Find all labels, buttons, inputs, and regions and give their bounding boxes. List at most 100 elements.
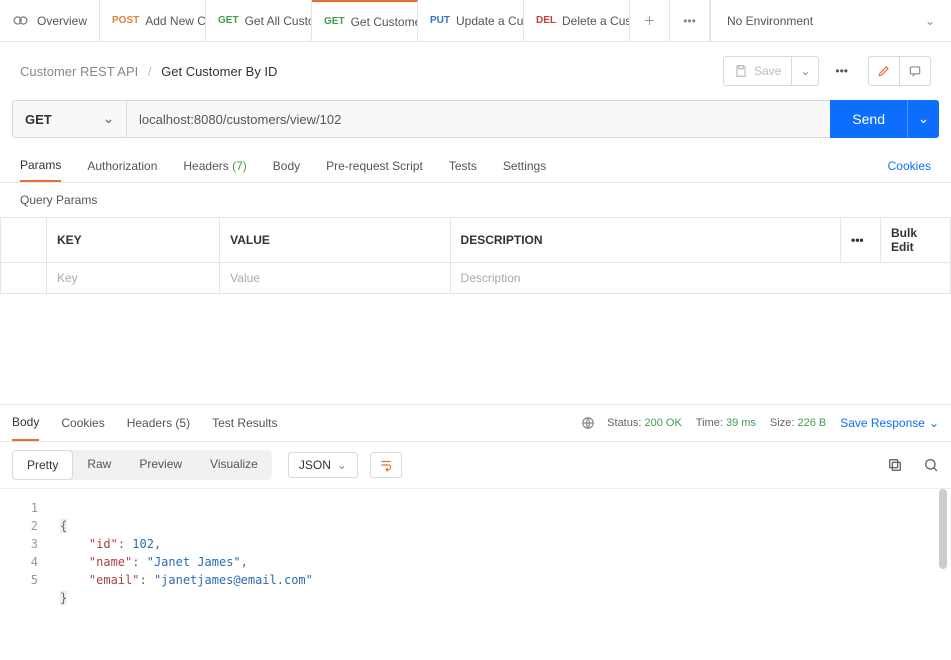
size-meta: Size: 226 B bbox=[770, 417, 826, 429]
desc-input[interactable]: Description bbox=[450, 263, 950, 294]
url-input[interactable]: localhost:8080/customers/view/102 bbox=[126, 100, 830, 138]
resp-tab-body[interactable]: Body bbox=[12, 405, 39, 441]
cookies-label: Cookies bbox=[888, 159, 931, 173]
breadcrumb-request: Get Customer By ID bbox=[161, 64, 277, 79]
cookies-link[interactable]: Cookies bbox=[888, 159, 931, 173]
resp-tab-headers-label: Headers bbox=[127, 416, 172, 430]
tab-params[interactable]: Params bbox=[20, 150, 61, 182]
globe-icon[interactable] bbox=[581, 416, 595, 430]
new-tab-button[interactable]: ＋ bbox=[630, 0, 670, 41]
size-label: Size: bbox=[770, 417, 794, 429]
tab-request-3[interactable]: PUT Update a Cu bbox=[418, 0, 524, 41]
resp-tab-headers[interactable]: Headers (5) bbox=[127, 406, 190, 440]
tab-request-0[interactable]: POST Add New C bbox=[100, 0, 206, 41]
tab-overview[interactable]: Overview bbox=[0, 0, 100, 41]
chevron-down-icon: ⌄ bbox=[929, 416, 939, 430]
wrap-icon bbox=[379, 458, 393, 472]
resp-tab-cookies[interactable]: Cookies bbox=[61, 406, 104, 440]
view-visualize[interactable]: Visualize bbox=[196, 450, 272, 480]
key-input[interactable]: Key bbox=[47, 263, 220, 294]
request-options-button[interactable]: ••• bbox=[827, 56, 856, 86]
row-options-header[interactable]: ••• bbox=[841, 218, 881, 263]
tab-label: Add New C bbox=[145, 14, 206, 28]
tab-settings[interactable]: Settings bbox=[503, 151, 546, 181]
code-token: } bbox=[60, 591, 67, 605]
view-raw[interactable]: Raw bbox=[73, 450, 125, 480]
edit-button[interactable] bbox=[868, 56, 900, 86]
tab-auth-label: Authorization bbox=[87, 159, 157, 173]
code-token: "id" bbox=[89, 537, 118, 551]
code-token: "janetjames@email.com" bbox=[154, 573, 313, 587]
send-button[interactable]: Send bbox=[830, 100, 907, 138]
scrollbar[interactable] bbox=[939, 489, 947, 569]
breadcrumb-collection[interactable]: Customer REST API bbox=[20, 64, 138, 79]
line-num: 4 bbox=[0, 553, 50, 571]
view-pretty[interactable]: Pretty bbox=[12, 450, 73, 480]
tab-body-label: Body bbox=[273, 159, 300, 173]
chevron-down-icon: ⌄ bbox=[800, 64, 810, 78]
save-response-button[interactable]: Save Response ⌄ bbox=[840, 416, 939, 430]
resp-tab-tests[interactable]: Test Results bbox=[212, 406, 277, 440]
format-select[interactable]: JSON ⌄ bbox=[288, 452, 358, 478]
save-icon bbox=[734, 64, 748, 78]
tab-body[interactable]: Body bbox=[273, 151, 300, 181]
tab-params-label: Params bbox=[20, 158, 61, 172]
tab-headers-label: Headers bbox=[183, 159, 228, 173]
key-header: KEY bbox=[47, 218, 220, 263]
resp-headers-count: (5) bbox=[175, 416, 190, 430]
tab-tests[interactable]: Tests bbox=[449, 151, 477, 181]
table-row[interactable]: Key Value Description bbox=[1, 263, 951, 294]
method-badge: GET bbox=[324, 16, 345, 27]
headers-count: (7) bbox=[232, 159, 247, 173]
tab-request-4[interactable]: DEL Delete a Cus bbox=[524, 0, 630, 41]
query-params-table: KEY VALUE DESCRIPTION ••• Bulk Edit Key … bbox=[0, 217, 951, 294]
tab-headers[interactable]: Headers (7) bbox=[183, 151, 246, 181]
tab-authorization[interactable]: Authorization bbox=[87, 151, 157, 181]
breadcrumb-sep: / bbox=[148, 64, 152, 79]
status-label: Status: bbox=[607, 417, 641, 429]
tab-overflow-button[interactable]: ••• bbox=[670, 0, 710, 41]
line-num: 2 bbox=[0, 517, 50, 535]
code-token: 102 bbox=[132, 537, 154, 551]
method-badge: PUT bbox=[430, 15, 450, 26]
line-num: 1 bbox=[0, 499, 50, 517]
method-badge: DEL bbox=[536, 15, 556, 26]
view-mode-segment: Pretty Raw Preview Visualize bbox=[12, 450, 272, 480]
tab-overview-label: Overview bbox=[37, 14, 87, 28]
copy-icon[interactable] bbox=[887, 457, 903, 473]
save-button[interactable]: Save bbox=[723, 56, 792, 86]
desc-header: DESCRIPTION bbox=[450, 218, 840, 263]
tab-request-2[interactable]: GET Get Custome bbox=[312, 0, 418, 41]
line-gutter: 1 2 3 4 5 bbox=[0, 499, 50, 589]
tab-label: Get All Custo bbox=[245, 14, 312, 28]
wrap-lines-button[interactable] bbox=[370, 452, 402, 478]
code-token: { bbox=[60, 519, 67, 533]
search-icon[interactable] bbox=[923, 457, 939, 473]
value-input[interactable]: Value bbox=[220, 263, 450, 294]
size-value: 226 B bbox=[797, 417, 826, 429]
method-select[interactable]: GET ⌄ bbox=[12, 100, 126, 138]
pencil-icon bbox=[877, 64, 891, 78]
tab-request-1[interactable]: GET Get All Custo bbox=[206, 0, 312, 41]
tab-label: Update a Cu bbox=[456, 14, 523, 28]
send-dropdown[interactable]: ⌄ bbox=[907, 100, 939, 138]
tab-prerequest[interactable]: Pre-request Script bbox=[326, 151, 423, 181]
app-logo-icon bbox=[12, 12, 29, 30]
comment-button[interactable] bbox=[900, 56, 931, 86]
method-badge: POST bbox=[112, 15, 139, 26]
time-meta: Time: 39 ms bbox=[696, 417, 756, 429]
tab-settings-label: Settings bbox=[503, 159, 546, 173]
ellipsis-icon: ••• bbox=[851, 233, 864, 247]
environment-selector[interactable]: No Environment ⌄ bbox=[710, 0, 951, 41]
response-body[interactable]: 1 2 3 4 5 { "id": 102, "name": "Janet Ja… bbox=[0, 489, 951, 649]
save-dropdown[interactable]: ⌄ bbox=[792, 56, 819, 86]
chevron-down-icon: ⌄ bbox=[337, 458, 347, 472]
line-num: 5 bbox=[0, 571, 50, 589]
bulk-edit-button[interactable]: Bulk Edit bbox=[881, 218, 951, 263]
environment-label: No Environment bbox=[727, 14, 813, 28]
view-preview[interactable]: Preview bbox=[125, 450, 196, 480]
row-checkbox[interactable] bbox=[1, 263, 47, 294]
tab-label: Get Custome bbox=[351, 15, 418, 29]
chevron-down-icon: ⌄ bbox=[103, 111, 114, 127]
resp-tab-body-label: Body bbox=[12, 415, 39, 429]
